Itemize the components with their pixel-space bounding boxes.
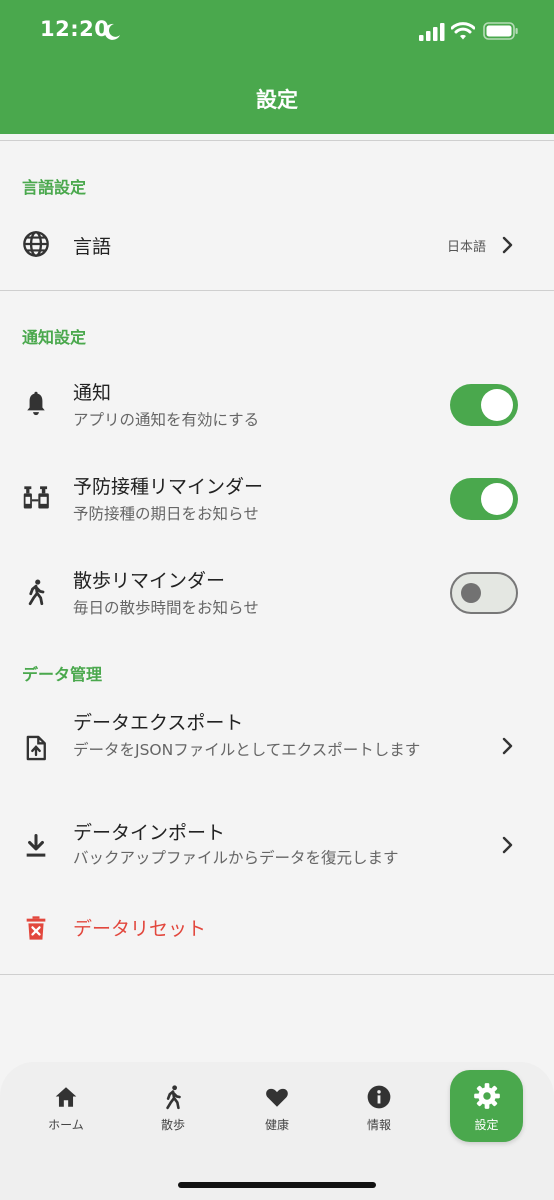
divider bbox=[0, 290, 554, 291]
nav-walk[interactable]: 散歩 bbox=[123, 1084, 223, 1133]
nav-home-label: ホーム bbox=[48, 1118, 84, 1132]
delete-forever-icon bbox=[26, 916, 46, 940]
data-reset-label: データリセット bbox=[73, 918, 207, 940]
chevron-right-icon bbox=[502, 236, 513, 254]
battery-icon bbox=[483, 22, 518, 40]
nav-settings[interactable]: 設定 bbox=[450, 1070, 523, 1142]
vaccine-reminder-subtitle: 予防接種の期日をお知らせ bbox=[73, 505, 259, 523]
file-upload-icon bbox=[26, 735, 46, 761]
walk-icon bbox=[28, 579, 45, 606]
section-title-language: 言語設定 bbox=[22, 178, 87, 197]
language-row[interactable]: 言語 日本語 bbox=[0, 214, 554, 276]
nav-health[interactable]: 健康 bbox=[227, 1084, 327, 1133]
home-indicator bbox=[178, 1182, 376, 1188]
download-icon bbox=[26, 833, 46, 857]
walk-reminder-row: 散歩リマインダー 毎日の散歩時間をお知らせ bbox=[0, 558, 554, 628]
data-reset-row[interactable]: データリセット bbox=[0, 898, 554, 958]
vaccine-reminder-label: 予防接種リマインダー bbox=[73, 476, 264, 498]
chevron-right-icon bbox=[502, 836, 513, 854]
cellular-signal-icon bbox=[419, 23, 445, 41]
nav-settings-label: 設定 bbox=[474, 1118, 499, 1132]
app-header: 12:20 設定 bbox=[0, 0, 554, 134]
section-title-data: データ管理 bbox=[22, 665, 103, 684]
status-bar: 12:20 bbox=[0, 0, 554, 64]
data-import-label: データインポート bbox=[73, 822, 226, 844]
nav-home[interactable]: ホーム bbox=[16, 1084, 116, 1133]
data-export-row[interactable]: データエクスポート データをJSONファイルとしてエクスポートします bbox=[0, 702, 554, 796]
language-label: 言語 bbox=[73, 236, 112, 258]
chevron-right-icon bbox=[502, 737, 513, 755]
heart-icon bbox=[266, 1088, 288, 1107]
divider bbox=[0, 140, 554, 141]
language-value: 日本語 bbox=[446, 240, 486, 255]
notification-label: 通知 bbox=[73, 382, 112, 404]
data-export-subtitle: データをJSONファイルとしてエクスポートします bbox=[73, 741, 421, 759]
gear-icon bbox=[473, 1083, 500, 1109]
bottom-nav: ホーム 散歩 健康 情報 設定 bbox=[0, 1062, 554, 1200]
notification-toggle[interactable] bbox=[450, 384, 518, 426]
nav-health-label: 健康 bbox=[264, 1118, 289, 1132]
info-icon bbox=[367, 1085, 391, 1109]
page-title: 設定 bbox=[256, 88, 298, 112]
walk-reminder-label: 散歩リマインダー bbox=[73, 570, 226, 592]
status-time: 12:20 bbox=[40, 17, 110, 41]
wifi-icon bbox=[451, 22, 475, 40]
toggle-knob bbox=[461, 582, 481, 603]
globe-icon bbox=[23, 231, 49, 257]
divider bbox=[0, 974, 554, 975]
vaccine-reminder-toggle[interactable] bbox=[450, 478, 518, 520]
vaccine-icon bbox=[23, 486, 49, 509]
data-import-subtitle: バックアップファイルからデータを復元します bbox=[73, 849, 399, 867]
nav-walk-label: 散歩 bbox=[160, 1118, 185, 1132]
moon-icon bbox=[104, 23, 120, 40]
bell-icon bbox=[27, 391, 45, 416]
toggle-knob bbox=[481, 389, 513, 421]
walk-reminder-toggle[interactable] bbox=[450, 572, 518, 614]
home-icon bbox=[55, 1087, 77, 1107]
nav-info[interactable]: 情報 bbox=[329, 1084, 429, 1133]
walk-icon bbox=[166, 1085, 181, 1110]
notification-row: 通知 アプリの通知を有効にする bbox=[0, 370, 554, 440]
vaccine-reminder-row: 予防接種リマインダー 予防接種の期日をお知らせ bbox=[0, 464, 554, 534]
nav-info-label: 情報 bbox=[366, 1118, 391, 1132]
walk-reminder-subtitle: 毎日の散歩時間をお知らせ bbox=[73, 599, 259, 617]
notification-subtitle: アプリの通知を有効にする bbox=[73, 411, 260, 429]
data-export-label: データエクスポート bbox=[73, 712, 244, 734]
data-import-row[interactable]: データインポート バックアップファイルからデータを復元します bbox=[0, 812, 554, 878]
section-title-notifications: 通知設定 bbox=[22, 328, 87, 347]
toggle-knob bbox=[481, 483, 513, 515]
